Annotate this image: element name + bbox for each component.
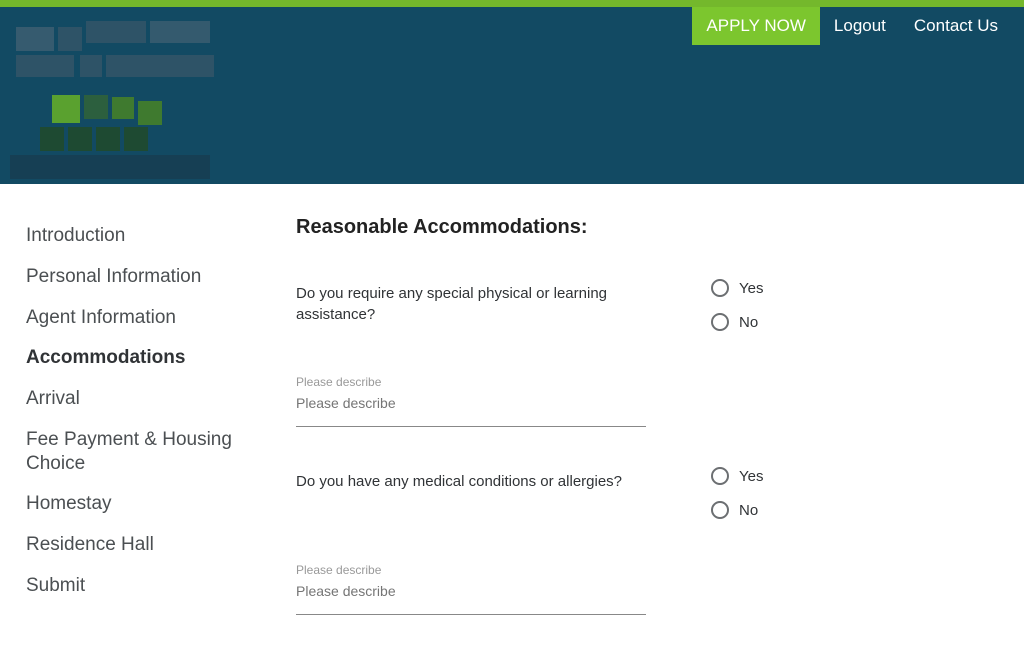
sidebar-item-agent-information[interactable]: Agent Information (26, 298, 246, 339)
description-label: Please describe (296, 563, 996, 577)
sidebar-item-accommodations[interactable]: Accommodations (26, 338, 246, 379)
sidebar-item-introduction[interactable]: Introduction (26, 216, 246, 257)
page-title: Reasonable Accommodations: (296, 216, 996, 239)
question-block: Do you require any special physical or l… (296, 279, 996, 427)
header-banner: APPLY NOW Logout Contact Us (0, 7, 1024, 184)
radio-label: No (739, 314, 758, 331)
sidebar-item-homestay[interactable]: Homestay (26, 484, 246, 525)
radio-assistance-yes[interactable]: Yes (711, 279, 763, 297)
contact-us-button[interactable]: Contact Us (900, 7, 1012, 45)
logo-placeholder (10, 21, 230, 181)
radio-group-medical: Yes No (711, 467, 763, 519)
sidebar-item-arrival[interactable]: Arrival (26, 379, 246, 420)
header-nav: APPLY NOW Logout Contact Us (692, 7, 1012, 45)
question-text: Do you have any medical conditions or al… (296, 467, 671, 519)
radio-label: Yes (739, 468, 763, 485)
logout-button[interactable]: Logout (820, 7, 900, 45)
medical-description-input[interactable] (296, 583, 646, 615)
main-panel: Reasonable Accommodations: Do you requir… (268, 216, 1024, 655)
radio-icon (711, 467, 729, 485)
sidebar-item-fee-payment-housing-choice[interactable]: Fee Payment & Housing Choice (26, 420, 246, 485)
radio-icon (711, 313, 729, 331)
description-label: Please describe (296, 375, 996, 389)
sidebar-item-personal-information[interactable]: Personal Information (26, 257, 246, 298)
apply-now-button[interactable]: APPLY NOW (692, 7, 820, 45)
sidebar-item-residence-hall[interactable]: Residence Hall (26, 525, 246, 566)
radio-assistance-no[interactable]: No (711, 313, 763, 331)
radio-medical-no[interactable]: No (711, 501, 763, 519)
radio-label: Yes (739, 280, 763, 297)
question-block: Do you have any medical conditions or al… (296, 467, 996, 615)
radio-icon (711, 279, 729, 297)
sidebar-item-submit[interactable]: Submit (26, 566, 246, 607)
top-strip (0, 0, 1024, 7)
radio-icon (711, 501, 729, 519)
question-text: Do you require any special physical or l… (296, 279, 671, 331)
sidebar-nav: Introduction Personal Information Agent … (0, 216, 268, 655)
content: Introduction Personal Information Agent … (0, 184, 1024, 655)
radio-label: No (739, 502, 758, 519)
radio-medical-yes[interactable]: Yes (711, 467, 763, 485)
assistance-description-input[interactable] (296, 395, 646, 427)
radio-group-assistance: Yes No (711, 279, 763, 331)
